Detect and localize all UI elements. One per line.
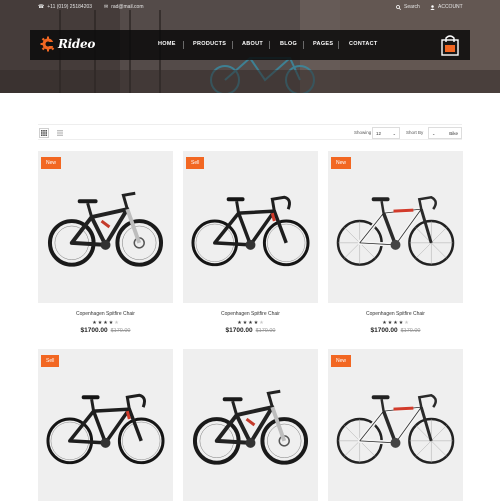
product-price: $1700.00: [370, 327, 398, 334]
phone-contact[interactable]: ☎ +11 (019) 25184203: [38, 4, 92, 10]
price-row: $1700.00 $170.00: [328, 327, 463, 334]
phone-icon: ☎: [38, 4, 45, 10]
star-icon: ★: [393, 320, 398, 326]
top-contact-bar: ☎ +11 (019) 25184203 ✉ rad@mail.com Sear…: [0, 0, 500, 14]
nav-contact[interactable]: CONTACT: [349, 41, 378, 47]
sort-value: Bike: [449, 130, 458, 136]
list-view-button[interactable]: [55, 128, 65, 138]
star-icon: ★: [97, 320, 103, 326]
showing-select[interactable]: 12 ⌄: [372, 127, 400, 139]
product-price: $1700.00: [80, 327, 108, 334]
product-rating: ★ ★ ★ ★ ★: [38, 320, 173, 326]
shopping-bag-icon[interactable]: [440, 34, 460, 56]
chevron-down-icon: ⌄: [432, 130, 436, 136]
product-rating: ★ ★ ★ ★ ★: [183, 320, 318, 326]
star-icon: ★: [387, 320, 393, 326]
product-card[interactable]: New Copenhagen Spitfire Chair ★ ★ ★ ★ ★ $1700.0…: [38, 151, 173, 341]
product-card[interactable]: New: [328, 349, 463, 501]
bicycle-image: [191, 195, 310, 267]
star-icon: ★: [382, 320, 387, 326]
product-old-price: $170.00: [255, 328, 276, 334]
grid-view-button[interactable]: [39, 128, 49, 138]
price-row: $1700.00 $170.00: [38, 327, 173, 334]
nav-divider: [303, 41, 304, 49]
gear-logo-icon: [40, 36, 56, 52]
nav-home[interactable]: HOME: [158, 41, 176, 47]
account-label: ACCOUNT: [438, 4, 463, 10]
product-name[interactable]: Copenhagen Spitfire Chair: [38, 311, 173, 317]
product-price: $1700.00: [225, 327, 253, 334]
product-old-price: $170.00: [400, 328, 421, 334]
bicycle-image: [46, 393, 165, 465]
search-label: Search: [404, 4, 420, 10]
product-card[interactable]: Sell: [38, 349, 173, 501]
shop-toolbar: Showing 12 ⌄ Short By ⌄ Bike: [38, 124, 462, 140]
nav-divider: [232, 41, 233, 49]
star-icon: ★: [114, 320, 119, 326]
star-icon: ★: [237, 320, 242, 326]
product-badge: New: [331, 355, 352, 367]
bicycle-image: [335, 393, 456, 465]
account-link[interactable]: ACCOUNT: [430, 4, 463, 10]
nav-divider: [338, 41, 339, 49]
main-navbar: Rideo HOME PRODUCTS ABOUT BLOG PAGES CON…: [30, 30, 470, 60]
sort-select[interactable]: ⌄ Bike: [428, 127, 462, 139]
product-card[interactable]: [183, 349, 318, 501]
sort-label: Short By: [406, 130, 424, 135]
nav-about[interactable]: ABOUT: [242, 41, 263, 47]
search-icon: [396, 4, 401, 10]
nav-blog[interactable]: BLOG: [280, 41, 297, 47]
star-icon: ★: [404, 320, 409, 326]
bicycle-image: [335, 195, 456, 267]
product-card[interactable]: Sell Copenhagen Spitfire Chair ★ ★ ★ ★ ★ $1700.…: [183, 151, 318, 341]
product-name[interactable]: Copenhagen Spitfire Chair: [328, 311, 463, 317]
nav-products[interactable]: PRODUCTS: [193, 41, 226, 47]
hero-banner: ☎ +11 (019) 25184203 ✉ rad@mail.com Sear…: [0, 0, 500, 93]
product-badge: Sell: [186, 157, 205, 169]
bicycle-image: [47, 191, 164, 267]
star-icon: ★: [108, 320, 114, 326]
product-image[interactable]: [183, 151, 318, 303]
product-image[interactable]: [183, 349, 318, 501]
price-row: $1700.00 $170.00: [183, 327, 318, 334]
product-name[interactable]: Copenhagen Spitfire Chair: [183, 311, 318, 317]
nav-pages[interactable]: PAGES: [313, 41, 333, 47]
product-image[interactable]: [328, 151, 463, 303]
chevron-down-icon: ⌄: [392, 130, 396, 136]
product-image[interactable]: [328, 349, 463, 501]
product-old-price: $170.00: [110, 328, 131, 334]
phone-number: +11 (019) 25184203: [47, 4, 93, 10]
star-icon: ★: [242, 320, 248, 326]
logo-text: Rideo: [58, 37, 96, 51]
star-icon: ★: [253, 320, 259, 326]
star-icon: ★: [92, 320, 97, 326]
user-icon: [430, 4, 435, 10]
grid-icon: [41, 130, 47, 136]
product-image[interactable]: [38, 151, 173, 303]
product-badge: New: [331, 157, 352, 169]
nav-divider: [183, 41, 184, 49]
product-badge: New: [41, 157, 62, 169]
star-icon: ★: [259, 320, 264, 326]
bicycle-image: [192, 389, 309, 465]
star-icon: ★: [103, 320, 108, 326]
product-card[interactable]: New Copenhagen Spitfire Chair ★ ★ ★ ★ ★ $1700.0…: [328, 151, 463, 341]
site-logo[interactable]: Rideo: [40, 36, 95, 52]
email-contact[interactable]: ✉ rad@mail.com: [104, 4, 144, 10]
mail-icon: ✉: [104, 4, 109, 10]
product-image[interactable]: [38, 349, 173, 501]
email-address: rad@mail.com: [111, 4, 144, 10]
star-icon: ★: [248, 320, 253, 326]
showing-value: 12: [376, 130, 382, 136]
list-icon: [57, 130, 63, 136]
nav-divider: [269, 41, 270, 49]
showing-label: Showing: [354, 130, 372, 135]
product-rating: ★ ★ ★ ★ ★: [328, 320, 463, 326]
product-badge: Sell: [41, 355, 60, 367]
star-icon: ★: [398, 320, 404, 326]
search-link[interactable]: Search: [396, 4, 420, 10]
